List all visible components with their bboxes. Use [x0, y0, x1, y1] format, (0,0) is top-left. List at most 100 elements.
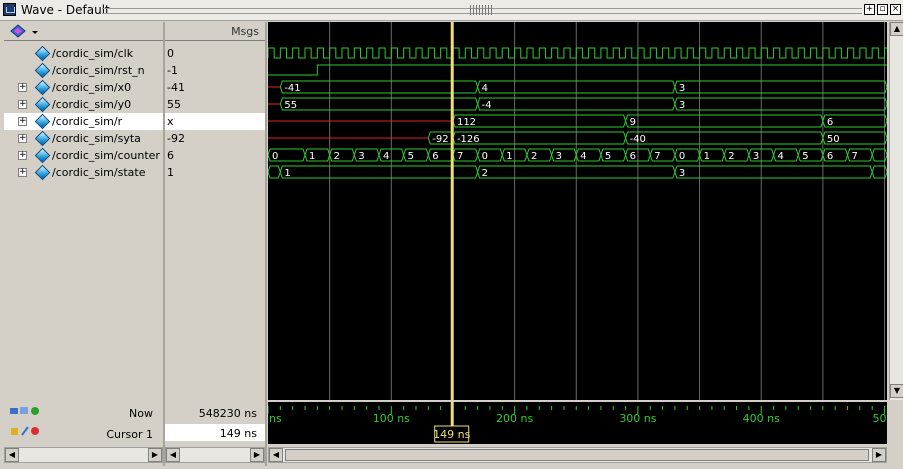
values-waves-splitter[interactable] — [265, 22, 267, 466]
signal-name: /cordic_sim/r — [52, 115, 123, 128]
undock-icon[interactable]: ▫ — [877, 4, 888, 15]
waves-scroll-thumb[interactable] — [285, 449, 869, 461]
bus-value-label: 112 — [457, 117, 476, 128]
signal-value: 0 — [167, 47, 174, 60]
layers-icon[interactable] — [10, 23, 50, 41]
signal-value: -1 — [167, 64, 178, 77]
window-title: Wave - Default — [21, 3, 110, 17]
signal-value: -41 — [167, 81, 185, 94]
value-row[interactable]: 0 — [165, 45, 265, 62]
names-scroll-right-icon[interactable]: ▶ — [148, 448, 162, 462]
dock-plus-icon[interactable]: + — [864, 4, 875, 15]
bus-value-label: 3 — [679, 83, 685, 94]
names-scroll-left-icon[interactable]: ◀ — [5, 448, 19, 462]
cursor-value[interactable]: 149 ns — [220, 427, 257, 440]
value-row[interactable]: 1 — [165, 164, 265, 181]
cursor-toolbar-icons[interactable] — [11, 426, 39, 436]
ruler-cursor-line — [450, 402, 454, 426]
bus-value-label: 4 — [580, 151, 586, 162]
value-row[interactable]: 55 — [165, 96, 265, 113]
title-drag-handle[interactable] — [470, 5, 492, 15]
signal-diamond-icon — [34, 62, 51, 79]
cursor-label[interactable]: Cursor 1 — [106, 428, 153, 441]
bus-segment — [279, 165, 479, 179]
bus-segment — [625, 131, 824, 145]
bus-value-label: 1 — [506, 151, 512, 162]
bus-value-label: 5 — [408, 151, 414, 162]
waves-hscroll[interactable]: ◀ ▶ — [268, 447, 887, 463]
value-row[interactable]: 6 — [165, 147, 265, 164]
bus-segment — [674, 97, 888, 111]
cursor-line — [450, 22, 454, 400]
vertical-scrollbar[interactable]: ▲ ▼ — [889, 22, 903, 400]
waveform-canvas[interactable]: -41 4 355 -4 3112 9 6-92 -126 -40 500 1 2 3 4 5 6 7 0 1 2 3 4… — [267, 22, 888, 400]
expand-icon[interactable]: + — [18, 134, 27, 143]
signal-row[interactable]: + /cordic_sim/x0 — [4, 79, 163, 96]
value-row[interactable]: x — [165, 113, 265, 130]
signal-row[interactable]: + /cordic_sim/state — [4, 164, 163, 181]
wave-window: Wave - Default + ▫ × /cordic_sim/clk/cor… — [0, 0, 903, 469]
ruler-label: 500 — [873, 412, 887, 425]
signal-diamond-icon — [34, 147, 51, 164]
values-scroll-right-icon[interactable]: ▶ — [250, 448, 264, 462]
values-hscroll[interactable]: ◀ ▶ — [165, 447, 265, 463]
value-row[interactable]: -92 — [165, 130, 265, 147]
expand-icon[interactable]: + — [18, 168, 27, 177]
bus-value-label: 5 — [802, 151, 808, 162]
names-values-splitter[interactable] — [163, 22, 165, 466]
bus-value-label: 0 — [679, 151, 685, 162]
clk-wave — [267, 47, 887, 59]
bus-value-label: 3 — [753, 151, 759, 162]
expand-icon[interactable]: + — [18, 151, 27, 160]
expand-icon[interactable]: + — [18, 83, 27, 92]
value-row[interactable]: -1 — [165, 62, 265, 79]
waveform-pane[interactable]: -41 4 3 55 -4 3 112 9 6 -92 -126 -40 50 0 1 2 3 4 5 6 7 0 1 2 3 4… — [267, 22, 888, 400]
time-ruler[interactable]: ns 100 ns 200 ns 300 ns 400 ns 500 149 ns — [267, 402, 894, 444]
signal-name: /cordic_sim/rst_n — [52, 64, 145, 77]
signal-diamond-icon — [34, 45, 51, 62]
signal-row[interactable]: /cordic_sim/clk — [4, 45, 163, 62]
bus-value-label: 55 — [284, 100, 297, 111]
bus-value-label: -4 — [482, 100, 492, 111]
now-toolbar-icons[interactable] — [10, 407, 39, 415]
bus-value-label: 7 — [654, 151, 660, 162]
signal-value: 6 — [167, 149, 174, 162]
bus-value-label: 4 — [482, 83, 488, 94]
values-scroll-left-icon[interactable]: ◀ — [166, 448, 180, 462]
bus-wave-7: 1 2 3 — [267, 165, 888, 179]
names-hscroll[interactable]: ◀ ▶ — [4, 447, 163, 463]
title-bar[interactable]: Wave - Default + ▫ × — [0, 0, 903, 21]
bus-value-label: 2 — [482, 168, 488, 179]
signal-row[interactable]: + /cordic_sim/y0 — [4, 96, 163, 113]
bus-value-label: -92 — [432, 134, 448, 145]
signal-name: /cordic_sim/y0 — [52, 98, 132, 111]
rst-wave — [268, 64, 887, 76]
wave-window-icon — [3, 3, 16, 16]
bus-value-label: 6 — [630, 151, 636, 162]
signal-value: 55 — [167, 98, 181, 111]
waves-scroll-right-icon[interactable]: ▶ — [872, 448, 886, 462]
close-icon[interactable]: × — [890, 4, 901, 15]
expand-icon[interactable]: + — [18, 100, 27, 109]
bus-value-label: 3 — [679, 168, 685, 179]
signal-names-pane: /cordic_sim/clk/cordic_sim/rst_n + /cordic… — [4, 22, 163, 400]
signal-row[interactable]: + /cordic_sim/counter — [4, 147, 163, 164]
signal-row[interactable]: + /cordic_sim/syta — [4, 130, 163, 147]
signal-row[interactable]: + /cordic_sim/r — [4, 113, 163, 130]
bus-value-label: 3 — [556, 151, 562, 162]
bus-value-label: 50 — [827, 134, 840, 145]
bus-value-label: 6 — [432, 151, 438, 162]
signal-name: /cordic_sim/state — [52, 166, 146, 179]
expand-icon[interactable]: + — [18, 117, 27, 126]
scroll-up-icon[interactable]: ▲ — [890, 22, 903, 36]
msgs-header: Msgs — [231, 25, 259, 38]
waves-scroll-left-icon[interactable]: ◀ — [269, 448, 283, 462]
signal-row[interactable]: /cordic_sim/rst_n — [4, 62, 163, 79]
values-header: Msgs — [165, 22, 265, 41]
value-row[interactable]: -41 — [165, 79, 265, 96]
footer-timeline[interactable]: ns 100 ns 200 ns 300 ns 400 ns 500 149 ns — [267, 402, 894, 444]
scroll-down-icon[interactable]: ▼ — [890, 384, 903, 398]
signal-values-pane: Msgs 0 -1 -41 55 x -92 6 1 — [165, 22, 265, 400]
signal-value: 1 — [167, 166, 174, 179]
bus-value-label: 2 — [334, 151, 340, 162]
